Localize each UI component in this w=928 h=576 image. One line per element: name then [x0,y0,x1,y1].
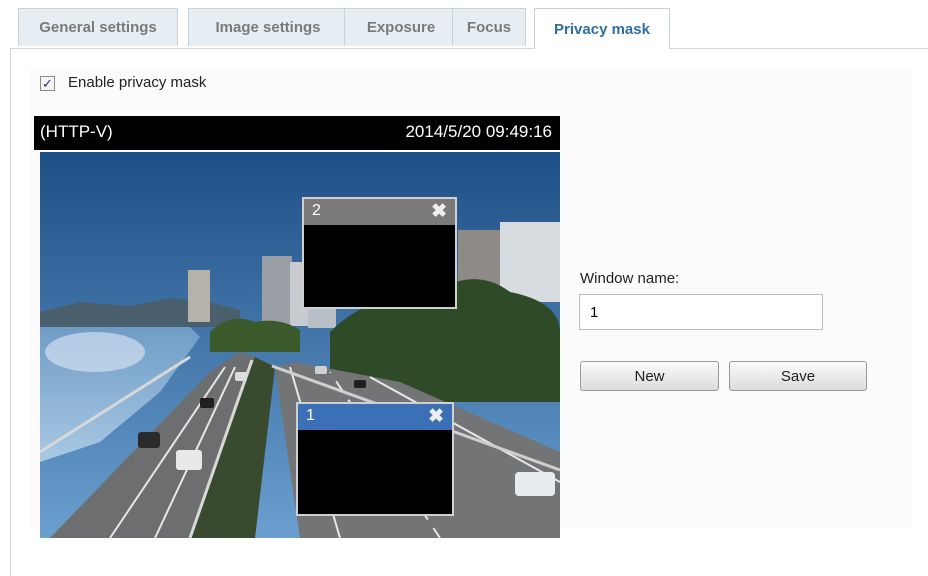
privacy-mask-1-titlebar[interactable]: 1 ✖ [298,404,452,430]
tab-exposure[interactable]: Exposure [344,8,458,46]
video-viewer: (HTTP-V) 2014/5/20 09:49:16 2 ✖ 1 ✖ [34,116,560,542]
enable-privacy-mask-label: Enable privacy mask [68,74,207,91]
tab-focus[interactable]: Focus [452,8,526,46]
tab-image-settings[interactable]: Image settings [188,8,348,46]
privacy-mask-2-titlebar[interactable]: 2 ✖ [304,199,455,225]
tab-privacy-mask[interactable]: Privacy mask [534,8,670,49]
privacy-mask-window-1[interactable]: 1 ✖ [296,402,454,516]
close-icon[interactable]: ✖ [431,200,447,223]
window-name-label: Window name: [580,270,680,287]
privacy-mask-window-2[interactable]: 2 ✖ [302,197,457,309]
tab-general-settings[interactable]: General settings [18,8,178,46]
close-icon[interactable]: ✖ [428,405,444,428]
stream-label: (HTTP-V) [40,122,113,141]
new-button[interactable]: New [580,361,719,391]
viewer-header: (HTTP-V) 2014/5/20 09:49:16 [34,116,560,150]
enable-privacy-mask-checkbox[interactable]: ✓ [40,76,55,91]
timestamp-label: 2014/5/20 09:49:16 [405,122,552,141]
window-name-input[interactable] [579,294,823,330]
privacy-mask-2-number: 2 [312,202,321,219]
save-button[interactable]: Save [729,361,867,391]
privacy-mask-1-number: 1 [306,407,315,424]
